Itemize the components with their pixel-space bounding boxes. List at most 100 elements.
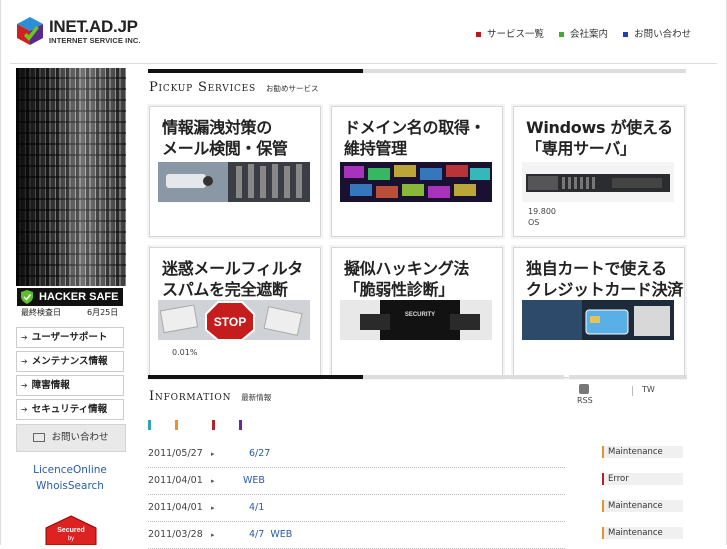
svg-text:SECURITY: SECURITY [405,312,435,318]
arrow-right-icon: ➔ [21,381,28,390]
logo-subtitle: INTERNET SERVICE INC. [49,36,141,45]
card-title-line1: 擬似ハッキング法 [344,259,470,278]
nav-company[interactable]: 会社案内 [559,26,608,40]
header-divider [10,63,717,64]
news-date: 2011/04/01 [148,502,203,513]
shield-icon [21,290,33,304]
news-row[interactable]: 2011/04/01 ▸ WEB [148,468,565,495]
news-title: 4/7 WEB [249,529,293,540]
filter-teal[interactable] [148,420,151,430]
card-note-rate: 0.01% [172,348,198,357]
card-note: 19.800 OS [528,206,556,228]
sidebar-item-failures[interactable]: ➔ 障害情報 [16,375,124,396]
nav-services-label: サービス一覧 [487,29,545,40]
last-check-date: 6月25日 [87,308,119,317]
security-guard-image: SECURITY [340,300,492,340]
hacker-safe-label: HACKER SAFE [39,291,119,303]
filter-purple[interactable] [239,420,242,430]
hacker-safe-badge[interactable]: HACKER SAFE [17,288,123,306]
pickup-title-bar [148,69,686,73]
news-date: 2011/05/27 [148,448,203,459]
arrow-icon: ▸ [211,504,215,512]
filter-red[interactable] [212,420,215,430]
twitter-link[interactable]: TW [642,385,655,394]
envelope-icon [33,433,46,442]
info-title-bar [148,375,564,379]
card-note-price: 19.800 [528,207,556,216]
sidebar-item-user-support[interactable]: ➔ ユーザーサポート [16,327,124,348]
arrow-icon: ▸ [211,531,215,539]
blue-square-icon [623,32,629,37]
red-square-icon [476,32,481,37]
sidebar-item-label: メンテナンス情報 [31,356,108,367]
card-title: ドメイン名の取得・ 維持管理 [344,117,486,159]
rss-link[interactable]: RSS [577,396,593,405]
card-title: Windows が使える 「専用サーバ」 [526,117,673,159]
nav-company-label: 会社案内 [570,29,609,40]
contact-button-label: お問い合わせ [51,432,109,443]
card-title-line2: 「専用サーバ」 [526,139,636,158]
svg-text:STOP: STOP [214,315,246,329]
card-title-line1: ドメイン名の取得・ [344,118,486,137]
feed-bar [569,375,687,379]
card-title-line2: メール検閲・保管 [162,139,288,158]
server-rack-image [16,68,126,286]
card-note-os: OS [528,218,540,227]
contact-button[interactable]: お問い合わせ [16,424,126,452]
svg-text:by: by [68,536,74,542]
logo-title: INET.AD.JP [49,17,138,36]
card-title-line1: 迷惑メールフィルタ [162,259,303,278]
feed-links: RSS TW [569,375,687,413]
arrow-right-icon: ➔ [21,405,28,414]
info-title: Information 最新情報 [149,389,271,404]
credit-card-image [522,300,674,340]
card-title-line1: Windows が使える [526,118,673,137]
nav-contact[interactable]: お問い合わせ [623,26,691,40]
card-title-line1: 情報漏洩対策の [162,118,272,137]
arrow-icon: ▸ [211,450,215,458]
nav-services[interactable]: サービス一覧 [476,26,544,40]
news-title: WEB [243,475,265,486]
service-card-dedicated-server[interactable]: Windows が使える 「専用サーバ」 19.800 OS [513,106,685,237]
secured-by-seal[interactable]: Secured by [44,514,98,545]
cube-logo-icon [17,17,43,45]
pickup-title: Pickup Services お勧めサービス [149,80,318,95]
sidebar-item-security[interactable]: ➔ セキュリティ情報 [16,399,124,420]
card-title: 情報漏洩対策の メール検閲・保管 [162,117,288,159]
news-date: 2011/03/28 [148,529,203,540]
card-note: 0.01% [172,347,197,358]
service-card-mail-archive[interactable]: 情報漏洩対策の メール検閲・保管 [149,106,321,237]
service-card-spam-filter[interactable]: 迷惑メールフィルタ スパムを完全遮断 STOP 0.01% [149,247,321,378]
news-date: 2011/04/01 [148,475,203,486]
filter-orange[interactable] [175,420,178,430]
site-logo[interactable]: INET.AD.JP INTERNET SERVICE INC. [15,14,155,50]
whois-search-link[interactable]: WhoisSearch [16,480,124,492]
news-tag: Error [602,473,683,485]
card-title: 迷惑メールフィルタ スパムを完全遮断 [162,258,303,300]
news-title: 4/1 [249,502,265,513]
info-title-text: Information [149,389,232,404]
spam-stop-sign-image: STOP [158,300,310,340]
top-nav: サービス一覧 会社案内 お問い合わせ [476,26,703,40]
service-card-credit-card[interactable]: 独自カートで使える クレジットカード決済 [513,247,685,378]
news-row[interactable]: 2011/04/01 ▸ 4/1 [148,495,565,522]
arrow-right-icon: ➔ [21,357,28,366]
card-title-line2: 「脆弱性診断」 [344,280,454,299]
last-check: 最終検査日 6月25日 [21,307,118,318]
card-title-line2: 維持管理 [344,139,407,158]
pickup-title-text: Pickup Services [149,80,256,95]
feed-divider [632,386,633,396]
service-card-vulnerability[interactable]: 擬似ハッキング法 「脆弱性診断」 SECURITY [331,247,503,378]
card-title-line2: スパムを完全遮断 [162,280,288,299]
sidebar-item-maintenance[interactable]: ➔ メンテナンス情報 [16,351,124,372]
news-tag: Maintenance [602,527,683,539]
arrow-right-icon: ➔ [21,333,28,342]
info-subtitle: 最新情報 [241,393,272,402]
rss-icon[interactable] [579,384,589,394]
service-card-domain[interactable]: ドメイン名の取得・ 維持管理 [331,106,503,237]
card-title: 擬似ハッキング法 「脆弱性診断」 [344,258,469,300]
licence-online-link[interactable]: LicenceOnline [16,464,124,476]
news-row[interactable]: 2011/05/27 ▸ 6/27 [148,441,565,468]
cctv-camera-image [158,162,310,202]
sidebar-item-label: セキュリティ情報 [31,404,108,415]
